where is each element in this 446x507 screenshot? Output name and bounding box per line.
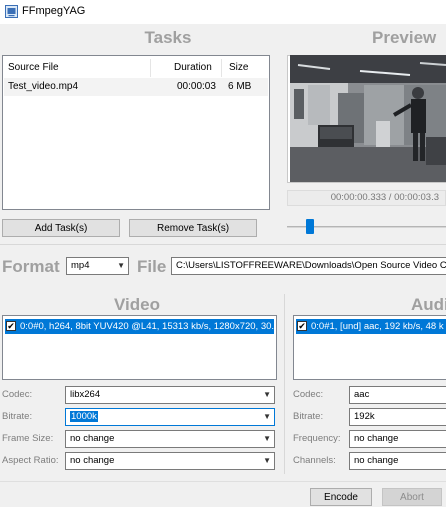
- task-duration: 00:00:03: [177, 81, 216, 92]
- frame-size-label: Frame Size:: [2, 433, 54, 444]
- audio-bitrate-label: Bitrate:: [293, 411, 324, 422]
- format-value: mp4: [71, 260, 90, 271]
- column-header-source-file[interactable]: Source File: [8, 62, 59, 73]
- aspect-ratio-value: no change: [70, 455, 115, 466]
- bitrate-label: Bitrate:: [2, 411, 33, 422]
- title-bar: FFmpegYAG: [0, 0, 446, 24]
- file-label: File: [137, 257, 167, 276]
- video-codec-select[interactable]: libx264 ▼: [65, 386, 275, 404]
- tasks-table[interactable]: Source File Duration Size Test_video.mp4…: [2, 55, 270, 210]
- task-size: 6 MB: [228, 81, 252, 92]
- frequency-label: Frequency:: [293, 433, 341, 444]
- channels-label: Channels:: [293, 455, 336, 466]
- video-bitrate-combobox[interactable]: 1000k ▼: [65, 408, 275, 426]
- chevron-down-icon: ▼: [263, 434, 271, 443]
- codec-label: Codec:: [2, 389, 33, 400]
- preview-slider-thumb[interactable]: [305, 219, 314, 234]
- abort-button[interactable]: Abort: [382, 488, 442, 506]
- frame-size-value: no change: [70, 433, 115, 444]
- frequency-select[interactable]: no change: [349, 430, 446, 448]
- chevron-down-icon: ▼: [263, 412, 271, 421]
- tasks-header: Tasks: [144, 28, 192, 47]
- app-icon: [5, 5, 18, 18]
- chevron-down-icon: ▼: [263, 456, 271, 465]
- section-divider: [0, 244, 446, 245]
- aspect-ratio-label: Aspect Ratio:: [2, 455, 59, 466]
- audio-stream-checkbox[interactable]: ✔: [297, 321, 307, 331]
- encode-button[interactable]: Encode: [310, 488, 372, 506]
- video-stream-list[interactable]: ✔ 0:0#0, h264, 8bit YUV420 @L41, 15313 k…: [2, 315, 277, 380]
- bottom-bar: [0, 481, 446, 507]
- audio-bitrate-select[interactable]: 192k: [349, 408, 446, 426]
- format-select[interactable]: mp4 ▼: [66, 257, 129, 275]
- audio-codec-select[interactable]: aac: [349, 386, 446, 404]
- column-header-size[interactable]: Size: [229, 62, 248, 73]
- format-label: Format: [2, 257, 60, 276]
- video-bitrate-value[interactable]: 1000k: [70, 411, 98, 422]
- preview-video-frame: [290, 55, 446, 182]
- aspect-ratio-select[interactable]: no change ▼: [65, 452, 275, 470]
- audio-header: Audi: [411, 295, 446, 314]
- chevron-down-icon: ▼: [263, 390, 271, 399]
- chevron-down-icon: ▼: [117, 261, 125, 270]
- column-divider: [221, 59, 222, 77]
- preview-timecode: 00:00:00.333 / 00:00:03.3: [287, 190, 446, 206]
- task-source-file: Test_video.mp4: [8, 81, 79, 92]
- channels-select[interactable]: no change: [349, 452, 446, 470]
- audio-stream-text: 0:0#1, [und] aac, 192 kb/s, 48 k: [311, 321, 444, 332]
- preview-header: Preview: [372, 28, 437, 47]
- window-title: FFmpegYAG: [22, 5, 86, 17]
- frame-size-select[interactable]: no change ▼: [65, 430, 275, 448]
- video-stream-item[interactable]: ✔ 0:0#0, h264, 8bit YUV420 @L41, 15313 k…: [5, 319, 274, 334]
- panel-divider: [284, 294, 285, 474]
- video-stream-checkbox[interactable]: ✔: [6, 321, 16, 331]
- file-path-field[interactable]: C:\Users\LISTOFFREEWARE\Downloads\Open S…: [171, 257, 446, 275]
- audio-stream-list[interactable]: ✔ 0:0#1, [und] aac, 192 kb/s, 48 k: [293, 315, 446, 380]
- video-header: Video: [114, 295, 160, 314]
- column-divider: [150, 59, 151, 77]
- column-header-duration[interactable]: Duration: [174, 62, 212, 73]
- remove-task-button[interactable]: Remove Task(s): [129, 219, 257, 237]
- audio-codec-label: Codec:: [293, 389, 324, 400]
- add-task-button[interactable]: Add Task(s): [2, 219, 120, 237]
- video-codec-value: libx264: [70, 389, 101, 400]
- audio-stream-item[interactable]: ✔ 0:0#1, [und] aac, 192 kb/s, 48 k: [296, 319, 446, 334]
- video-stream-text: 0:0#0, h264, 8bit YUV420 @L41, 15313 kb/…: [20, 321, 274, 332]
